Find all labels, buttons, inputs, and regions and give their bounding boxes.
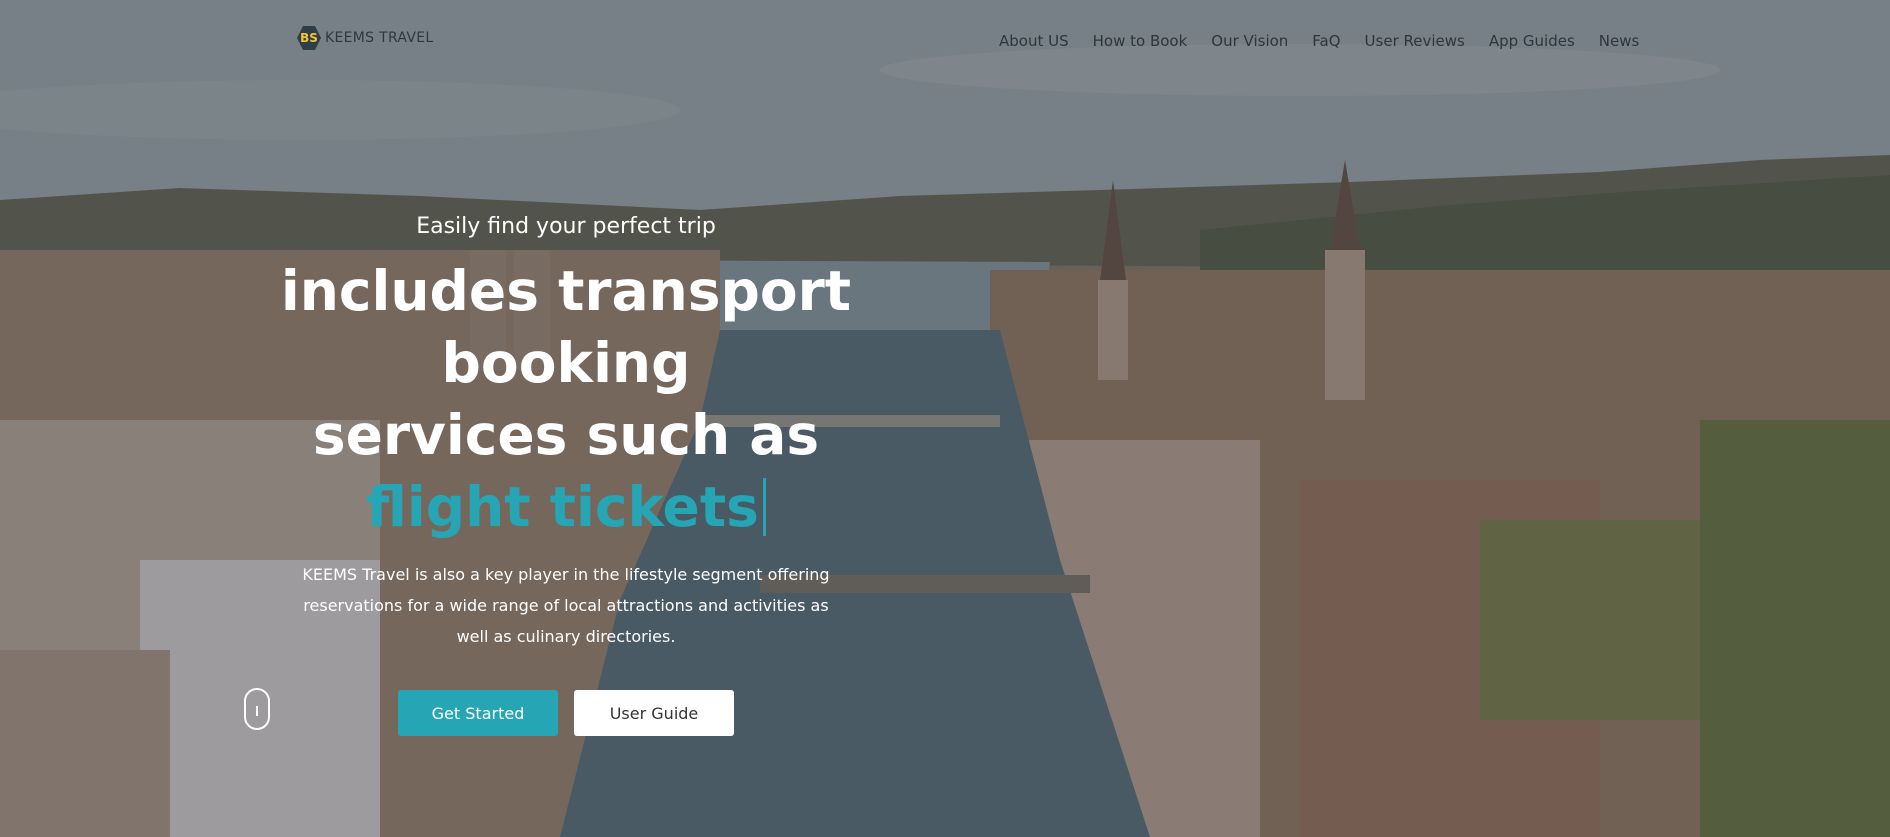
typed-text-value: flight tickets (366, 475, 759, 539)
nav-news[interactable]: News (1599, 32, 1640, 50)
typing-caret (762, 478, 766, 536)
nav-user-reviews[interactable]: User Reviews (1365, 32, 1465, 50)
headline-line-2: services such as (312, 403, 820, 467)
mouse-scroll-icon[interactable] (244, 688, 270, 730)
nav-how-to-book[interactable]: How to Book (1093, 32, 1188, 50)
nav-about-us[interactable]: About US (999, 32, 1069, 50)
headline-line-1: includes transport booking (280, 259, 852, 395)
hero-buttons: Get Started User Guide (196, 690, 936, 736)
logo-mark: BS (297, 26, 321, 50)
main-nav: About US How to Book Our Vision FaQ User… (999, 32, 1639, 50)
hero-description: KEEMS Travel is also a key player in the… (302, 565, 830, 646)
scroll-wheel (256, 706, 258, 716)
nav-our-vision[interactable]: Our Vision (1211, 32, 1288, 50)
brand-logo[interactable]: BS KEEMS TRAVEL (297, 26, 434, 50)
logo-text: KEEMS TRAVEL (325, 30, 434, 46)
get-started-button[interactable]: Get Started (398, 690, 558, 736)
nav-app-guides[interactable]: App Guides (1489, 32, 1575, 50)
hero-kicker: Easily find your perfect trip (416, 214, 716, 239)
hero-headline: includes transport booking services such… (196, 255, 936, 471)
user-guide-button[interactable]: User Guide (574, 690, 734, 736)
nav-faq[interactable]: FaQ (1312, 32, 1340, 50)
typed-text: flight tickets (196, 471, 936, 543)
hero-section: BS KEEMS TRAVEL About US How to Book Our… (0, 0, 1890, 837)
hero-content: Easily find your perfect trip includes t… (196, 214, 936, 736)
